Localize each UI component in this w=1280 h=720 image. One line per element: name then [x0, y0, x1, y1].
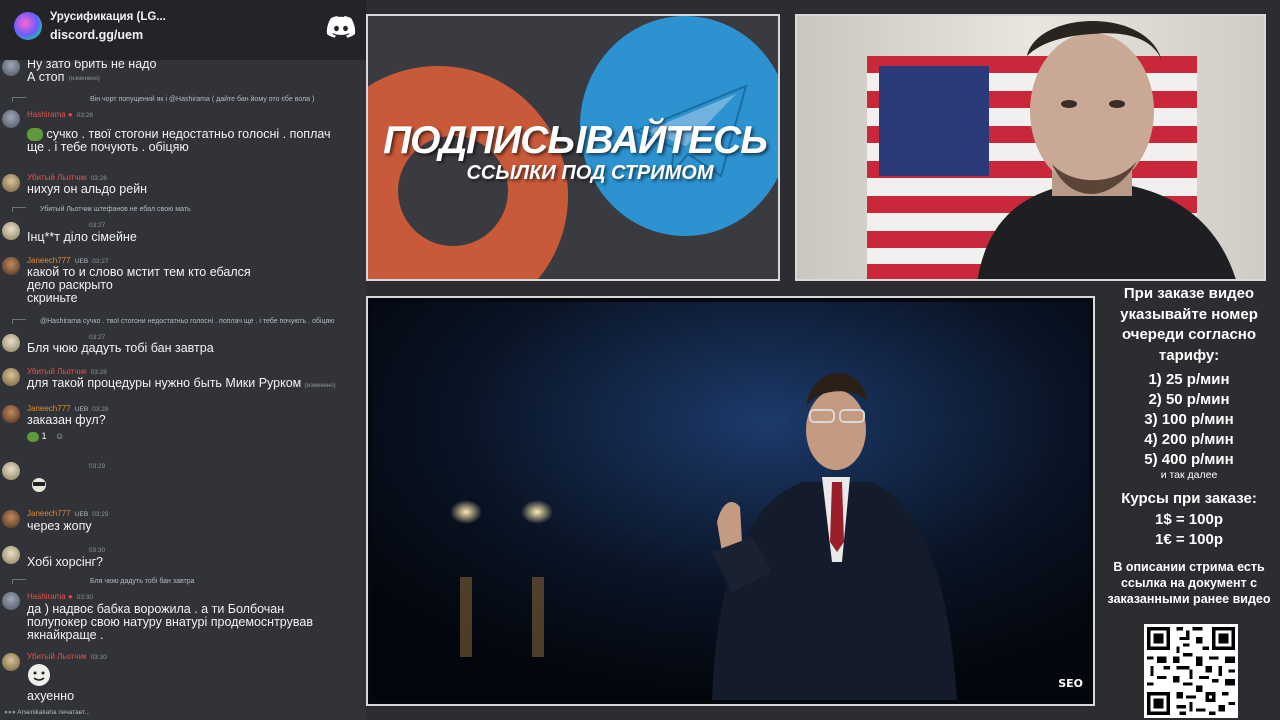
- typing-indicator: ●●● Arsenikakaha печатает...: [4, 709, 90, 716]
- video-player[interactable]: SEO: [366, 296, 1095, 706]
- server-name: Урусификация (LG...: [50, 11, 166, 23]
- avatar: [2, 546, 20, 564]
- tariff-etc: и так далее: [1160, 469, 1218, 481]
- rates-title: Курсы при заказе:: [1121, 490, 1257, 507]
- tariff-list: 1) 25 р/мин 2) 50 р/мин 3) 100 р/мин 4) …: [1098, 370, 1280, 470]
- username[interactable]: Убитый Льотчик 03:26: [27, 173, 107, 182]
- message-text: для такой процедуры нужно быть Мики Рурк…: [27, 376, 336, 390]
- username[interactable]: Janeech777 UEB 03:29: [27, 509, 108, 518]
- avatar: [2, 592, 20, 610]
- discord-chat-panel: Урусификация (LG... discord.gg/uem Ну за…: [0, 0, 366, 720]
- message-text: да ) надвоє бабка ворожила . а ти Болбоч…: [27, 602, 313, 642]
- avatar: [2, 110, 20, 128]
- avatar: [2, 405, 20, 423]
- message-text: сучко . твої стогони недостатньо голосні…: [27, 127, 331, 155]
- server-icon: [14, 12, 42, 40]
- username[interactable]: Hashirama ● 03:26: [27, 110, 93, 119]
- sticker-icon: [29, 476, 49, 494]
- discord-logo-icon: [326, 16, 356, 38]
- message-text: заказан фул?: [27, 413, 106, 427]
- username[interactable]: Janeech777 UEB 03:28: [27, 404, 108, 413]
- username[interactable]: Hashirama ● 03:30: [27, 592, 93, 601]
- username[interactable]: 03:30: [85, 545, 105, 554]
- video-watermark: SEO: [1058, 677, 1083, 690]
- tariff-item: 1) 25 р/мин: [1148, 371, 1230, 388]
- add-reaction-icon[interactable]: ☺: [55, 431, 64, 441]
- webcam-feed: [795, 14, 1266, 281]
- avatar: [2, 510, 20, 528]
- server-invite-link[interactable]: discord.gg/uem: [50, 28, 143, 42]
- reply-preview: Убитый Льотчик штефанов не ебал свою мат…: [12, 206, 191, 213]
- avatar: [2, 368, 20, 386]
- avatar: [2, 174, 20, 192]
- message-text: Інц**т діло сімейне: [27, 230, 137, 244]
- message-text: какой то и слово мстит тем кто ебался де…: [27, 265, 251, 305]
- video-frame: [372, 302, 1089, 700]
- chat-header: Урусификация (LG... discord.gg/uem: [0, 0, 366, 60]
- avatar: [2, 653, 20, 671]
- reply-preview: Бля чюю дадуть тобі бан завтра: [12, 578, 195, 585]
- edited-marker: (изменено): [69, 76, 100, 82]
- message-text: ахуенно: [27, 689, 75, 703]
- username[interactable]: Убитый Льотчик 03:28: [27, 367, 107, 376]
- qr-code-icon: [1144, 624, 1238, 718]
- tariff-item: 2) 50 р/мин: [1148, 391, 1230, 408]
- message-text: Бля чюю дадуть тобі бан завтра: [27, 341, 214, 355]
- info-panel: При заказе видео указывайте номер очеред…: [1098, 280, 1280, 720]
- username[interactable]: 03:29: [85, 461, 105, 470]
- tariff-item: 3) 100 р/мин: [1144, 411, 1234, 428]
- sticker-icon: [27, 663, 51, 687]
- message-text: через жопу: [27, 519, 92, 533]
- tariff-item: 5) 400 р/мин: [1144, 451, 1234, 468]
- promo-subtitle: ССЫЛКИ ПОД СТРИМОМ: [466, 162, 714, 184]
- reply-preview: Він чорт попущений як і @Hashirama ( дай…: [12, 96, 314, 103]
- rate-item: 1€ = 100р: [1155, 531, 1223, 548]
- pepe-emoji-icon: [27, 431, 39, 442]
- message-text: Хобі хорсінг?: [27, 555, 104, 569]
- avatar: [2, 58, 20, 76]
- rate-item: 1$ = 100р: [1155, 511, 1223, 528]
- message-text: нихуя он альдо рейн: [27, 182, 148, 196]
- avatar: [2, 462, 20, 480]
- avatar: [2, 257, 20, 275]
- promo-banner: ПОДПИСЫВАЙТЕСЬ ССЫЛКИ ПОД СТРИМОМ: [366, 14, 780, 281]
- avatar: [2, 222, 20, 240]
- username[interactable]: Janeech777 UEB 03:27: [27, 256, 108, 265]
- tariff-item: 4) 200 р/мин: [1144, 431, 1234, 448]
- description-note: В описании стрима есть ссылка на докумен…: [1107, 560, 1271, 606]
- reaction[interactable]: 1 ☺: [27, 431, 64, 442]
- username[interactable]: 03:27: [85, 220, 105, 229]
- username[interactable]: 03:27: [85, 332, 105, 341]
- reply-preview: @Hashirama сучко . твої стогони недостат…: [12, 318, 335, 325]
- order-instructions: При заказе видео указывайте номер очеред…: [1120, 285, 1258, 364]
- promo-title: ПОДПИСЫВАЙТЕСЬ: [383, 119, 768, 162]
- streamer-person: [977, 21, 1236, 279]
- username[interactable]: Убитый Льотчик 03:30: [27, 652, 107, 661]
- avatar: [2, 334, 20, 352]
- rates-list: 1$ = 100р 1€ = 100р: [1098, 510, 1280, 550]
